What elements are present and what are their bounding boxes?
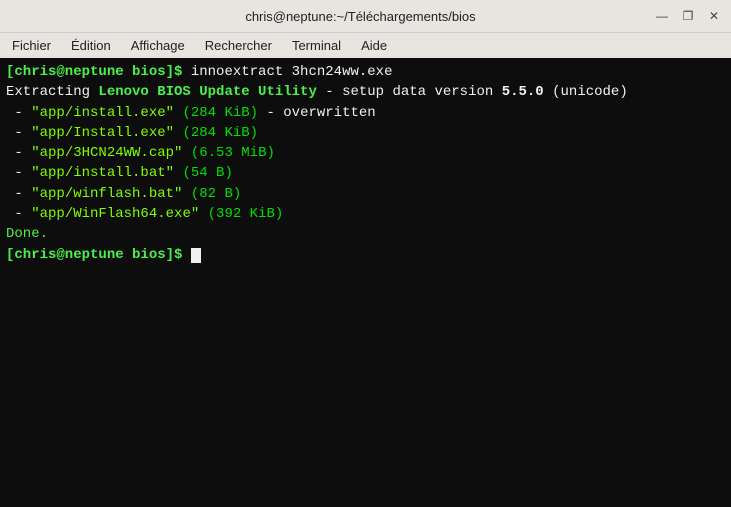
window-controls: — ❐ ✕: [653, 7, 723, 25]
terminal-line: Extracting Lenovo BIOS Update Utility - …: [6, 82, 725, 102]
menu-item-affichage[interactable]: Affichage: [123, 36, 193, 55]
terminal-line: [chris@neptune bios]$ innoextract 3hcn24…: [6, 62, 725, 82]
cursor: [191, 248, 201, 263]
terminal-line: - "app/Install.exe" (284 KiB): [6, 123, 725, 143]
terminal-line: [chris@neptune bios]$: [6, 245, 725, 265]
terminal-line: - "app/3HCN24WW.cap" (6.53 MiB): [6, 143, 725, 163]
window-title: chris@neptune:~/Téléchargements/bios: [68, 9, 653, 24]
menu-item-édition[interactable]: Édition: [63, 36, 119, 55]
terminal-line: - "app/WinFlash64.exe" (392 KiB): [6, 204, 725, 224]
title-bar: chris@neptune:~/Téléchargements/bios — ❐…: [0, 0, 731, 32]
terminal-line: - "app/install.bat" (54 B): [6, 163, 725, 183]
menu-bar: FichierÉditionAffichageRechercherTermina…: [0, 32, 731, 58]
close-button[interactable]: ✕: [705, 7, 723, 25]
menu-item-fichier[interactable]: Fichier: [4, 36, 59, 55]
prompt: [chris@neptune bios]$: [6, 64, 191, 80]
menu-item-rechercher[interactable]: Rechercher: [197, 36, 280, 55]
maximize-button[interactable]: ❐: [679, 7, 697, 25]
terminal-line: - "app/install.exe" (284 KiB) - overwrit…: [6, 103, 725, 123]
minimize-button[interactable]: —: [653, 7, 671, 25]
done-text: Done.: [6, 226, 48, 242]
terminal-line: - "app/winflash.bat" (82 B): [6, 184, 725, 204]
terminal-output: [chris@neptune bios]$ innoextract 3hcn24…: [0, 58, 731, 507]
menu-item-aide[interactable]: Aide: [353, 36, 395, 55]
menu-item-terminal[interactable]: Terminal: [284, 36, 349, 55]
command: innoextract 3hcn24ww.exe: [191, 64, 393, 80]
terminal-line: Done.: [6, 224, 725, 244]
